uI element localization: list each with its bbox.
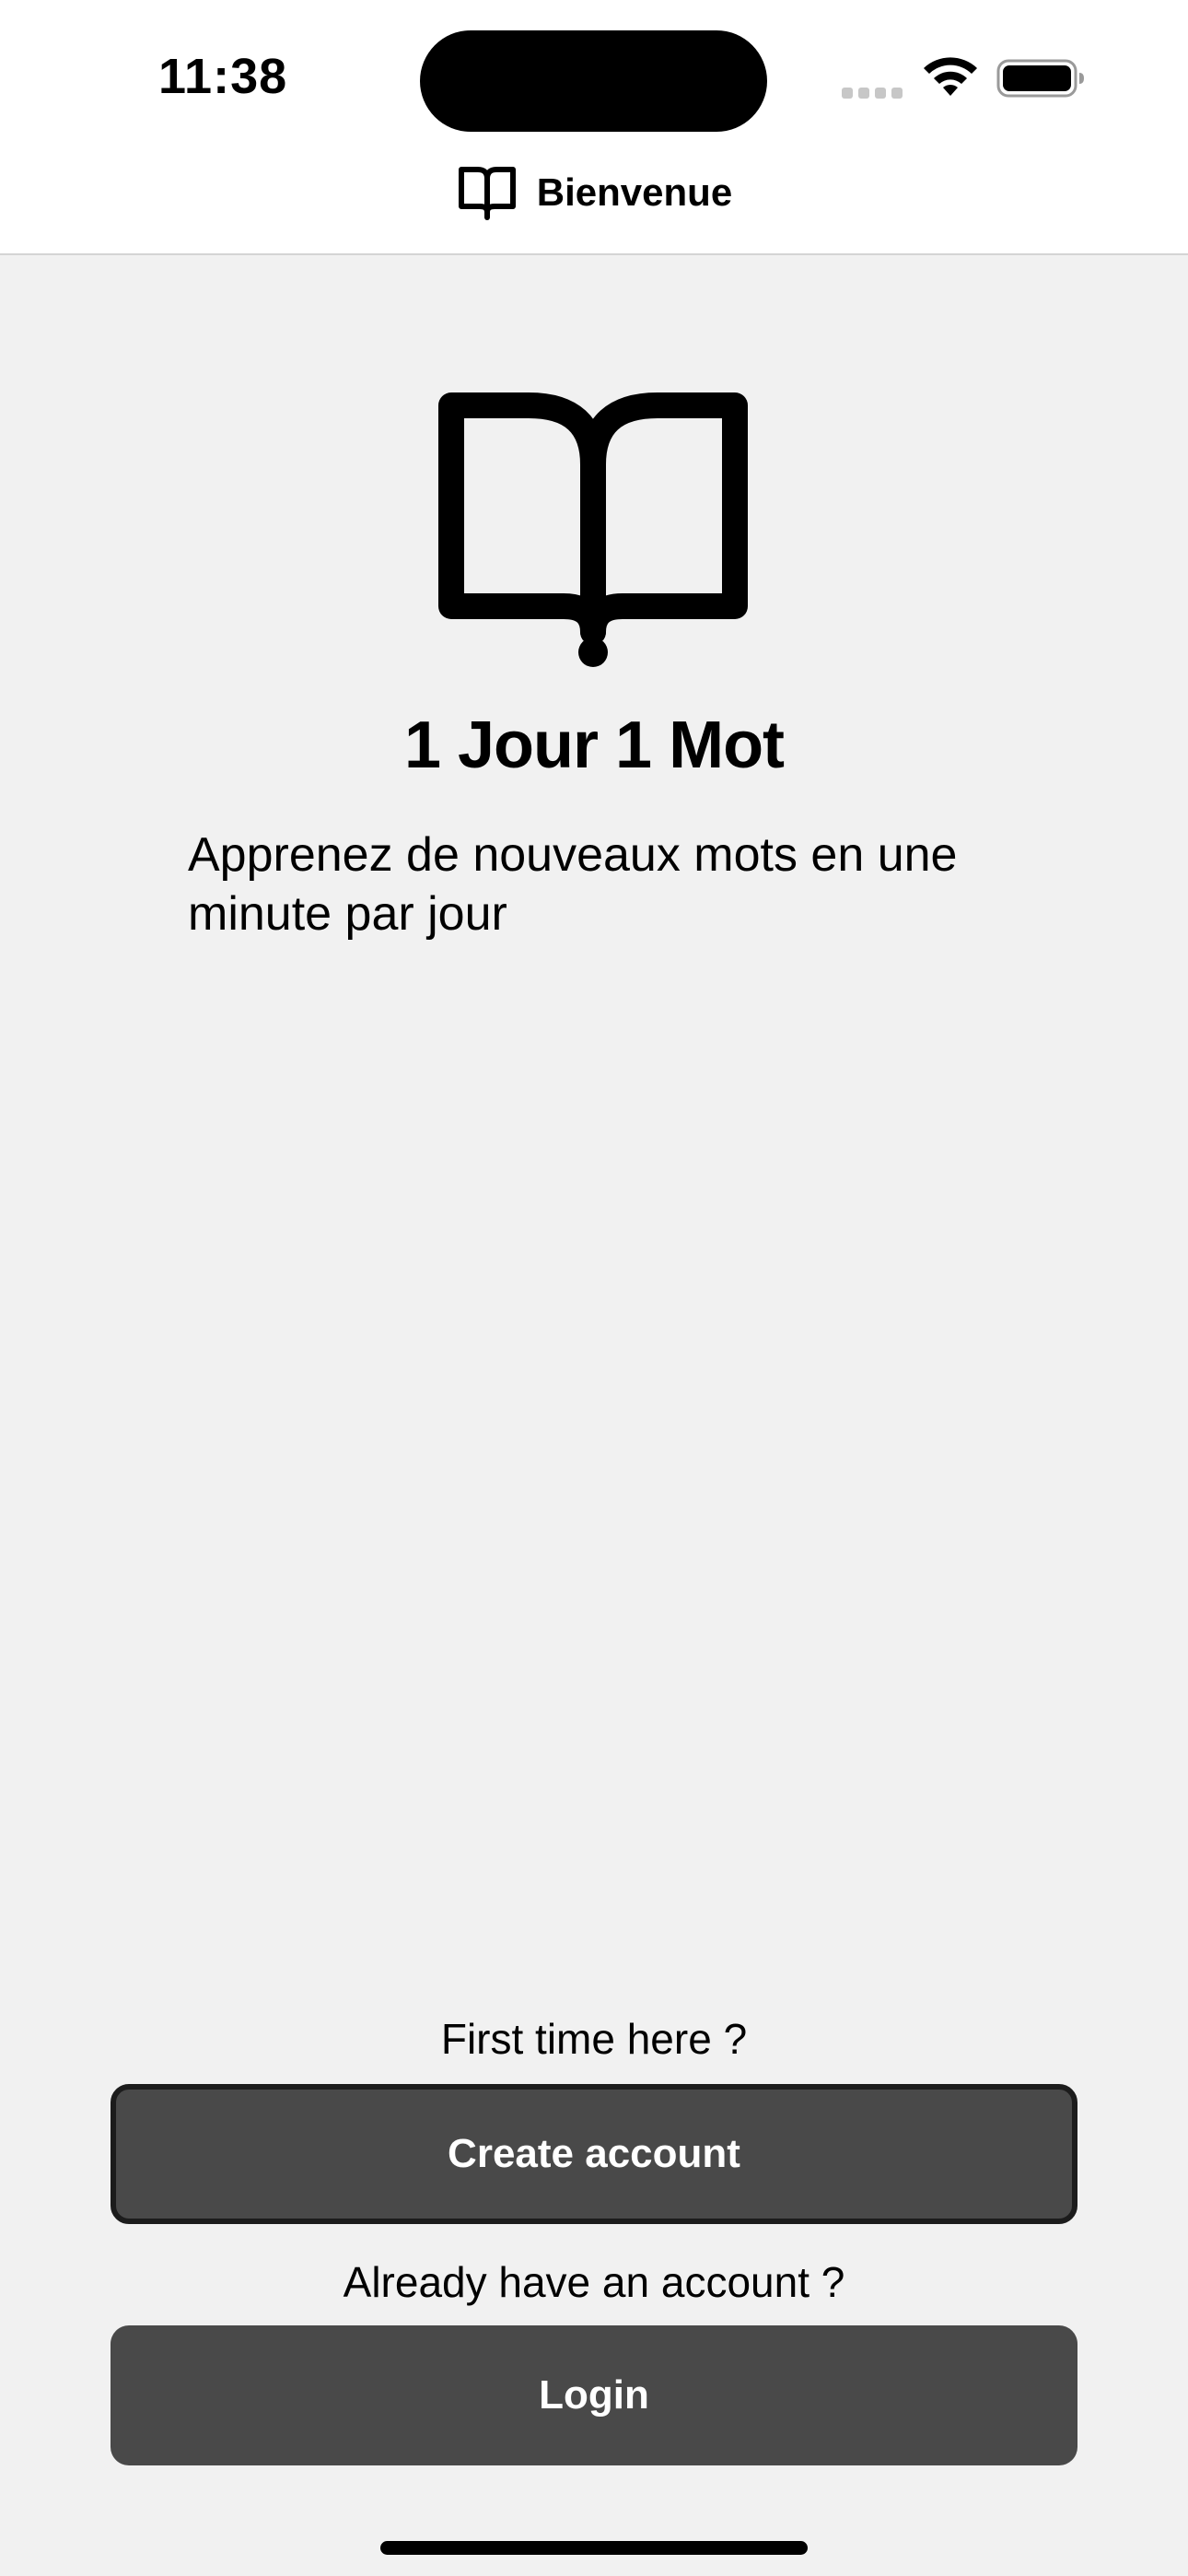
create-account-button[interactable]: Create account	[111, 2084, 1077, 2224]
signal-icon	[842, 88, 903, 99]
home-indicator[interactable]	[380, 2541, 808, 2555]
book-icon	[458, 167, 516, 220]
app-title: 1 Jour 1 Mot	[403, 708, 785, 782]
first-time-prompt: First time here ?	[440, 2015, 748, 2063]
wifi-icon	[924, 57, 977, 96]
already-have-account-prompt: Already have an account ?	[343, 2258, 845, 2306]
dynamic-island	[420, 30, 767, 132]
nav-title-group: Bienvenue	[0, 164, 1188, 221]
status-time: 11:38	[158, 49, 288, 104]
battery-icon	[996, 59, 1084, 98]
navigation-bar: Bienvenue	[0, 147, 1188, 255]
app-tagline: Apprenez de nouveaux mots en une minute …	[188, 828, 958, 941]
login-button[interactable]: Login	[111, 2325, 1077, 2465]
book-icon	[438, 392, 748, 667]
status-bar: 11:38	[0, 0, 1188, 147]
nav-title: Bienvenue	[536, 170, 733, 214]
